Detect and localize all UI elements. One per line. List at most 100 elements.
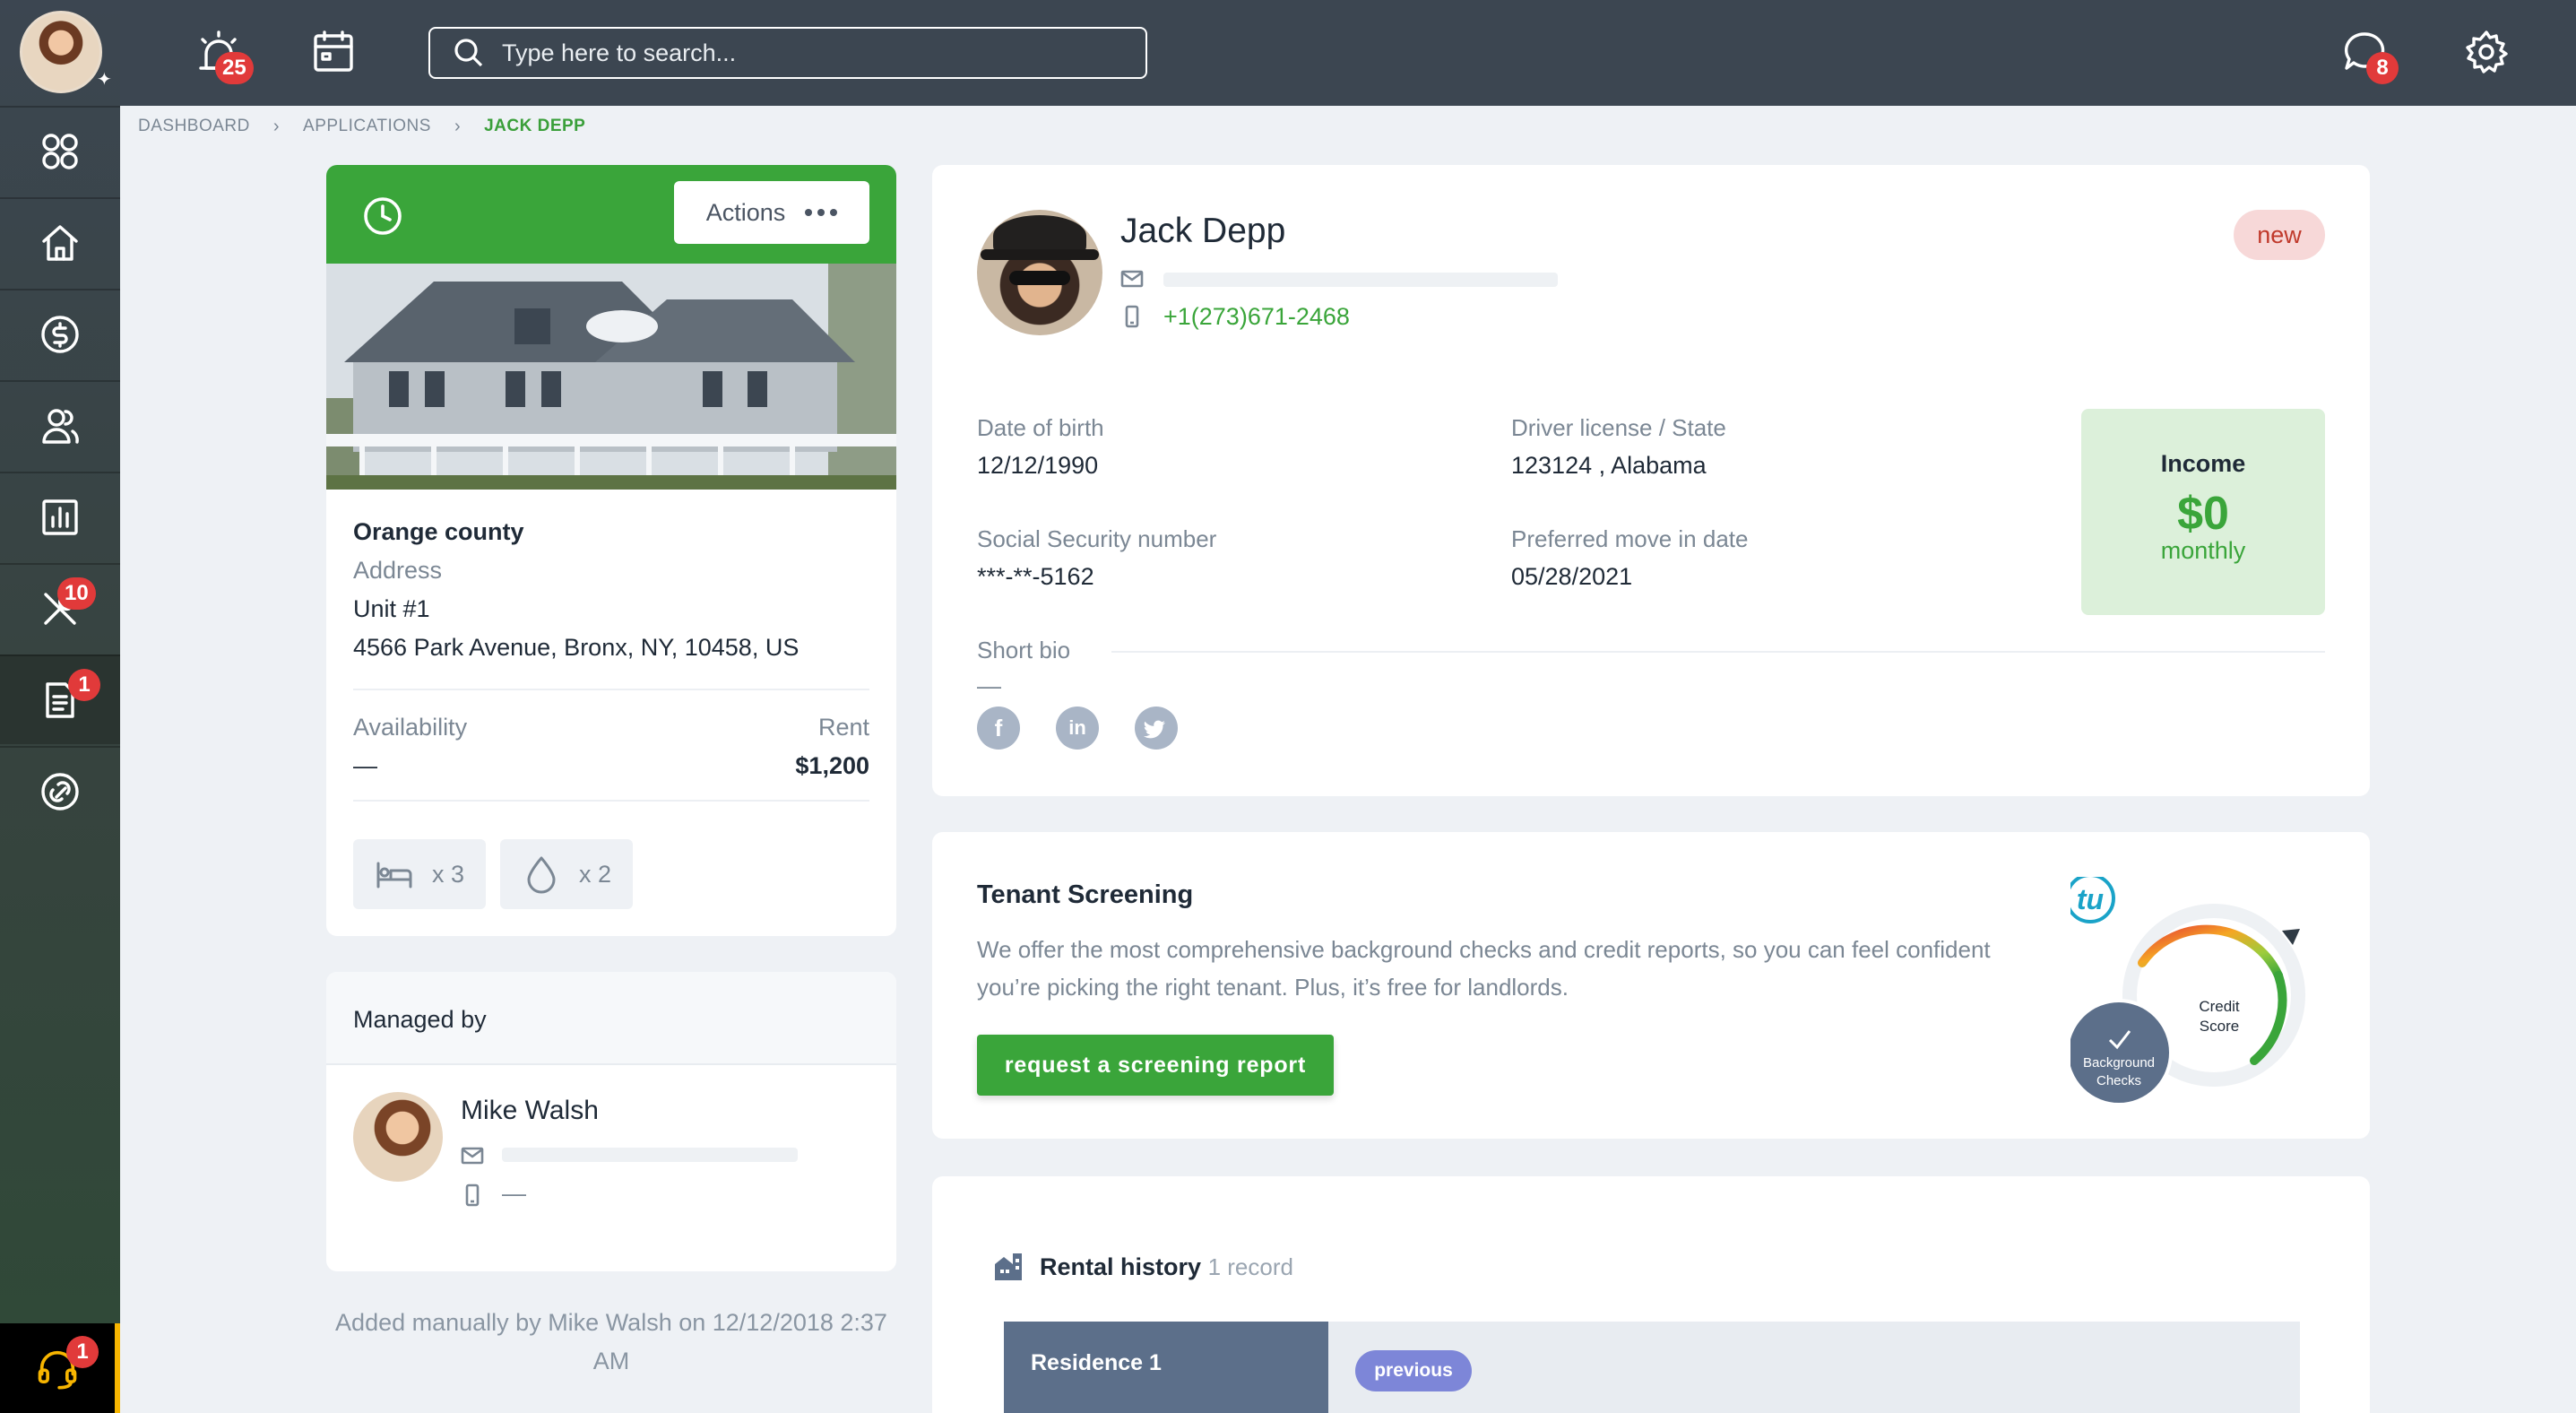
status-badge: new [2234, 210, 2325, 260]
manager-avatar [353, 1092, 443, 1182]
support-badge: 1 [66, 1336, 99, 1368]
rent-label: Rent [817, 714, 869, 741]
dob-label: Date of birth [977, 414, 1104, 441]
users-icon [42, 409, 79, 444]
chevron-right-icon: › [454, 116, 462, 136]
settings-button[interactable] [2461, 27, 2511, 77]
request-screening-button[interactable]: request a screening report [977, 1035, 1334, 1096]
breadcrumb-current: JACK DEPP [484, 117, 586, 135]
manager-card: Managed by Mike Walsh — [326, 972, 896, 1271]
bathrooms-feature: x 2 [500, 839, 634, 909]
income-box: Income $0 monthly [2081, 409, 2325, 615]
bathrooms-count: x 2 [579, 860, 612, 888]
twitter-icon[interactable] [1135, 706, 1178, 750]
actions-button[interactable]: Actions [674, 181, 869, 244]
address-label: Address [353, 557, 443, 584]
ssn-label: Social Security number [977, 525, 1217, 552]
sidebar-item-payments[interactable] [0, 289, 120, 378]
sidebar: ✦ 10 1 1 [0, 0, 120, 1413]
credit-score-label-1: Credit [2199, 998, 2240, 1015]
breadcrumb-dashboard[interactable]: DASHBOARD [138, 117, 250, 136]
calendar-button[interactable] [308, 27, 359, 77]
background-checks-label-1: Background [2083, 1055, 2155, 1071]
email-icon [461, 1144, 484, 1172]
water-drop-icon [527, 856, 556, 894]
user-menu[interactable]: ✦ [0, 0, 120, 106]
chart-icon [42, 499, 78, 535]
rental-history-label: Rental history [1040, 1253, 1202, 1280]
breadcrumb-applications[interactable]: APPLICATIONS [303, 117, 431, 136]
support-button[interactable]: 1 [0, 1323, 120, 1413]
availability-label: Availability [353, 714, 468, 741]
breadcrumb: DASHBOARD › APPLICATIONS › JACK DEPP [138, 113, 585, 140]
credit-score-label-2: Score [2200, 1018, 2239, 1035]
alarm-button[interactable]: 25 [194, 27, 254, 84]
search-box[interactable] [428, 27, 1147, 79]
phone-icon [461, 1183, 484, 1211]
maintenance-badge: 10 [57, 577, 96, 610]
transunion-logo: tu [2077, 883, 2104, 915]
sidebar-item-people[interactable] [0, 380, 120, 470]
sidebar-item-home[interactable] [0, 197, 120, 287]
sidebar-item-links[interactable] [0, 746, 120, 836]
email-placeholder [502, 1148, 798, 1162]
link-icon [41, 773, 79, 811]
ssn-value: ***-**-5162 [977, 563, 1094, 590]
license-value: 123124 , Alabama [1511, 452, 1707, 479]
phone-icon [1120, 305, 1144, 333]
sidebar-item-maintenance[interactable]: 10 [0, 563, 120, 653]
search-icon [454, 39, 483, 67]
short-bio-label: Short bio [977, 637, 1071, 663]
income-value: $0 [2177, 488, 2229, 540]
address-value: 4566 Park Avenue, Bronx, NY, 10458, US [353, 634, 800, 661]
more-icon [805, 209, 838, 216]
applications-badge: 1 [68, 669, 100, 701]
clock-icon [362, 195, 403, 237]
residence-details: previous [1328, 1322, 2300, 1413]
applicant-name: Jack Depp [1120, 212, 1286, 250]
divider [353, 689, 869, 690]
divider [353, 800, 869, 802]
linkedin-icon[interactable]: in [1056, 706, 1099, 750]
screening-description: We offer the most comprehensive backgrou… [977, 936, 1991, 1001]
license-label: Driver license / State [1511, 414, 1726, 441]
rental-history-count: 1 record [1207, 1253, 1293, 1280]
background-checks-label-2: Checks [2096, 1073, 2141, 1088]
property-card: Actions Orange county Address Unit #1 45… [326, 165, 896, 936]
facebook-icon[interactable]: f [977, 706, 1020, 750]
move-in-label: Preferred move in date [1511, 525, 1749, 552]
added-note: Added manually by Mike Walsh on 12/12/20… [335, 1309, 887, 1374]
move-in-value: 05/28/2021 [1511, 563, 1633, 590]
actions-label: Actions [705, 198, 786, 226]
residence-status-badge: previous [1355, 1350, 1472, 1391]
manager-card-header: Managed by [326, 972, 896, 1065]
manager-phone: — [502, 1180, 526, 1207]
divider [1111, 651, 2325, 653]
rental-history-card: Rental history 1 record Residence 1 prev… [932, 1176, 2370, 1413]
chat-button[interactable]: 8 [2339, 27, 2399, 84]
email-placeholder [1163, 273, 1558, 287]
sidebar-item-apps[interactable] [0, 106, 120, 195]
sidebar-item-applications[interactable]: 1 [0, 654, 120, 744]
residence-tab[interactable]: Residence 1 [1004, 1322, 1328, 1413]
grid-icon [42, 134, 78, 169]
sidebar-item-reports[interactable] [0, 472, 120, 561]
applicant-avatar [977, 210, 1102, 335]
alarm-badge: 25 [215, 52, 254, 84]
email-icon [1120, 267, 1144, 295]
manager-name[interactable]: Mike Walsh [461, 1096, 599, 1126]
chevron-right-icon: › [272, 116, 281, 136]
search-input[interactable] [502, 39, 1111, 67]
calendar-icon [314, 30, 353, 72]
avatar[interactable] [20, 11, 102, 93]
property-photo [326, 264, 896, 490]
topbar: 25 8 [120, 0, 2576, 106]
credit-score-gauge: Credit Score Background Checks tu [2065, 873, 2330, 1119]
property-name: Orange county [353, 518, 524, 545]
bed-icon [376, 862, 412, 889]
rent-value: $1,200 [795, 752, 869, 779]
screening-title: Tenant Screening [977, 880, 1194, 909]
rental-history-title: Rental history 1 record [1040, 1253, 1293, 1281]
home-icon [42, 225, 78, 261]
applicant-phone[interactable]: +1(273)671-2468 [1163, 303, 1350, 331]
